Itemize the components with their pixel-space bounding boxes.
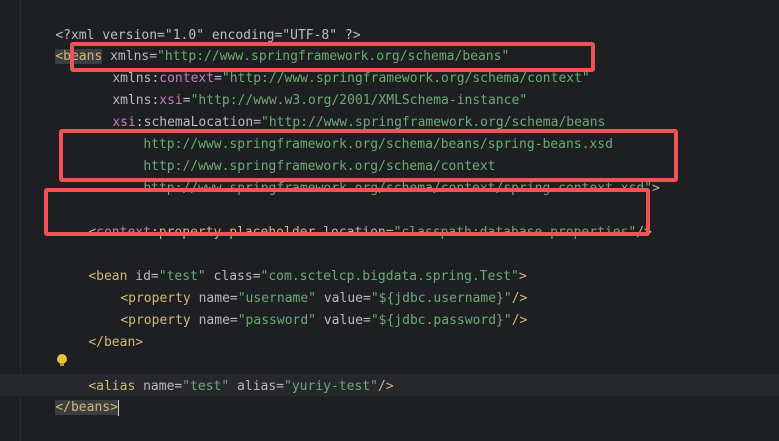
code-line-14[interactable]: <alias name="test" alias="yuriy-test"/> xyxy=(57,354,393,394)
highlight-box-schema-location xyxy=(59,129,678,182)
code-line-11[interactable]: <property name="username" value="${jdbc.… xyxy=(89,266,527,306)
alias-value: "yuriy-test" xyxy=(284,379,378,394)
code-editor[interactable]: <?xml version="1.0" encoding="UTF-8" ?> … xyxy=(0,0,779,441)
bean-close-tag: </bean> xyxy=(88,335,144,350)
beans-close-tag: </beans> xyxy=(55,400,118,415)
self-close: /> xyxy=(377,379,394,394)
name-value: "password" xyxy=(237,313,317,328)
value-value: "${jdbc.password}" xyxy=(370,313,512,328)
code-line-12[interactable]: <property name="password" value="${jdbc.… xyxy=(89,288,527,328)
code-line-10[interactable]: <bean id="test" class="com.sctelcp.bigda… xyxy=(57,244,526,284)
value-attr: value= xyxy=(316,313,371,328)
self-close: /> xyxy=(511,313,528,328)
code-line-5[interactable]: xsi:schemaLocation="http://www.springfra… xyxy=(81,90,605,130)
name-value: "test" xyxy=(182,379,230,394)
highlight-box-property-placeholder xyxy=(44,188,650,236)
name-attr: name= xyxy=(190,313,238,328)
code-line-15[interactable]: </beans> xyxy=(24,375,119,416)
name-attr: name= xyxy=(135,379,183,394)
text-caret xyxy=(117,399,119,416)
beans-open-close: > xyxy=(652,181,660,196)
alias-attr: alias= xyxy=(229,379,285,394)
lightbulb-icon[interactable] xyxy=(57,354,67,366)
highlight-box-context-namespace xyxy=(70,42,595,72)
code-line-13[interactable]: </bean> xyxy=(57,310,143,350)
code-line-1[interactable]: <?xml version="1.0" encoding="UTF-8" ?> xyxy=(24,3,360,43)
